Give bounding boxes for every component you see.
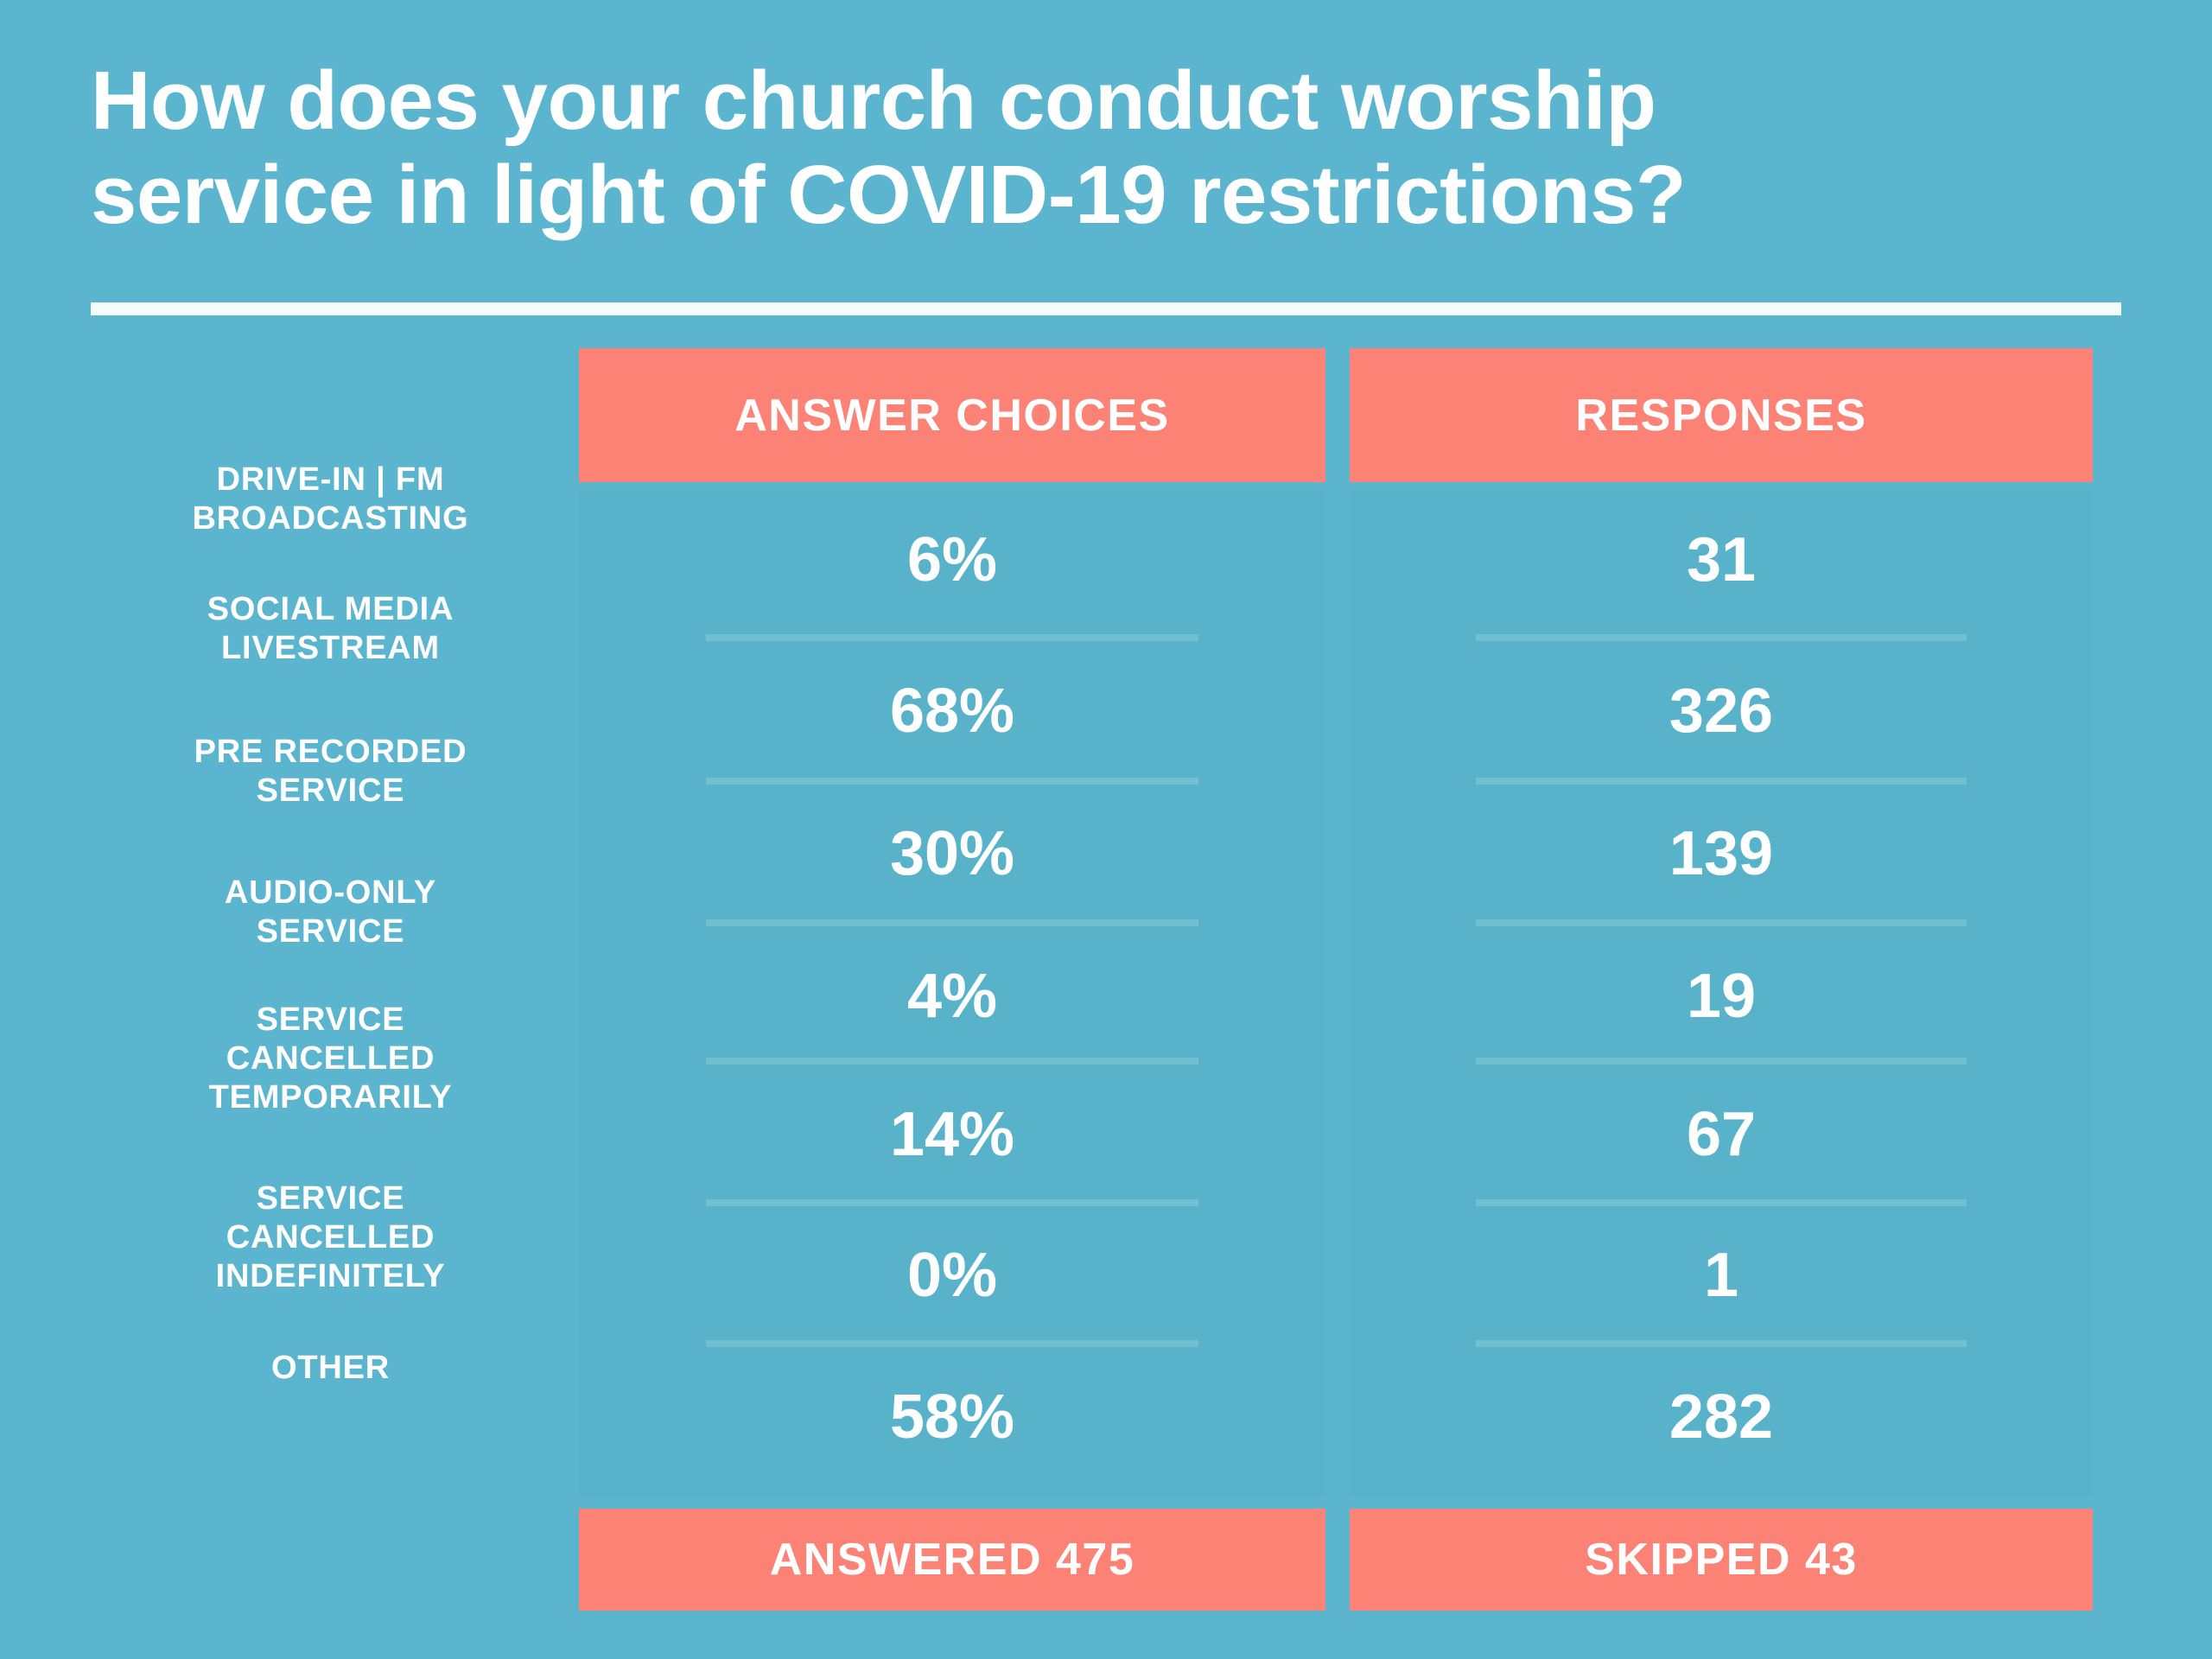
table-row: 31 (1350, 491, 2093, 629)
percent-value: 6% (906, 525, 998, 594)
answer-label: DRIVE-IN | FM BROADCASTING (192, 461, 469, 537)
response-count: 31 (1686, 525, 1757, 594)
row-divider (1476, 919, 1967, 926)
table-row: 6% (579, 491, 1325, 629)
percent-value: 14% (889, 1100, 1015, 1169)
response-count: 19 (1686, 962, 1757, 1031)
responses-header-label: RESPONSES (1575, 390, 1867, 441)
row-divider (705, 919, 1199, 926)
table-row: 326 (1350, 642, 2093, 780)
table-row: 0% (579, 1206, 1325, 1344)
percent-value: 4% (906, 962, 998, 1031)
answer-label: PRE RECORDED SERVICE (194, 734, 467, 809)
skipped-label: SKIPPED 43 (1585, 1535, 1858, 1585)
survey-results-table: DRIVE-IN | FM BROADCASTING SOCIAL MEDIA … (0, 348, 2212, 1611)
percent-value: 30% (889, 819, 1015, 888)
row-divider (1476, 1340, 1967, 1347)
answer-label: OTHER (271, 1350, 390, 1386)
table-row: 30% (579, 785, 1325, 923)
responses-rows: 31 326 139 19 67 1 282 (1350, 491, 2093, 1497)
row-divider (705, 778, 1199, 785)
table-row: 282 (1350, 1348, 2093, 1486)
response-count: 326 (1669, 677, 1774, 746)
row-divider (1476, 1058, 1967, 1065)
table-row: 1 (1350, 1206, 2093, 1344)
table-row: 19 (1350, 927, 2093, 1065)
answer-label: AUDIO-ONLY SERVICE (224, 874, 437, 950)
answer-label: SERVICE CANCELLED TEMPORARILY (208, 1001, 453, 1116)
row-divider (1476, 1199, 1967, 1206)
answered-footer: ANSWERED 475 (579, 1509, 1325, 1611)
responses-header: RESPONSES (1350, 348, 2093, 482)
table-row: 14% (579, 1065, 1325, 1204)
answer-choices-rows: 6% 68% 30% 4% 14% 0% 58% (579, 491, 1325, 1497)
response-count: 1 (1703, 1241, 1739, 1310)
title-underline-divider (91, 302, 2121, 315)
response-count: 282 (1669, 1382, 1774, 1452)
page-title: How does your church conduct worship ser… (91, 54, 1687, 242)
answer-choices-header: ANSWER CHOICES (579, 348, 1325, 482)
row-divider (705, 634, 1199, 641)
answer-label: SERVICE CANCELLED INDEFINITELY (215, 1180, 446, 1294)
answered-label: ANSWERED 475 (769, 1535, 1135, 1585)
skipped-footer: SKIPPED 43 (1350, 1509, 2093, 1611)
answer-choices-header-label: ANSWER CHOICES (734, 390, 1170, 441)
row-divider (1476, 778, 1967, 785)
response-count: 67 (1686, 1100, 1757, 1169)
row-divider (1476, 634, 1967, 641)
answer-label: SOCIAL MEDIA LIVESTREAM (207, 591, 454, 666)
response-count: 139 (1669, 819, 1774, 888)
row-divider (705, 1199, 1199, 1206)
percent-value: 0% (906, 1241, 998, 1310)
table-row: 68% (579, 642, 1325, 780)
row-divider (705, 1340, 1199, 1347)
percent-value: 68% (889, 677, 1015, 746)
page-title-container: How does your church conduct worship ser… (91, 54, 2121, 243)
table-row: 67 (1350, 1065, 2093, 1204)
percent-value: 58% (889, 1382, 1015, 1452)
row-divider (705, 1058, 1199, 1065)
table-row: 139 (1350, 785, 2093, 923)
table-row: 4% (579, 927, 1325, 1065)
answer-label-column: DRIVE-IN | FM BROADCASTING SOCIAL MEDIA … (95, 348, 566, 1497)
table-row: 58% (579, 1348, 1325, 1486)
